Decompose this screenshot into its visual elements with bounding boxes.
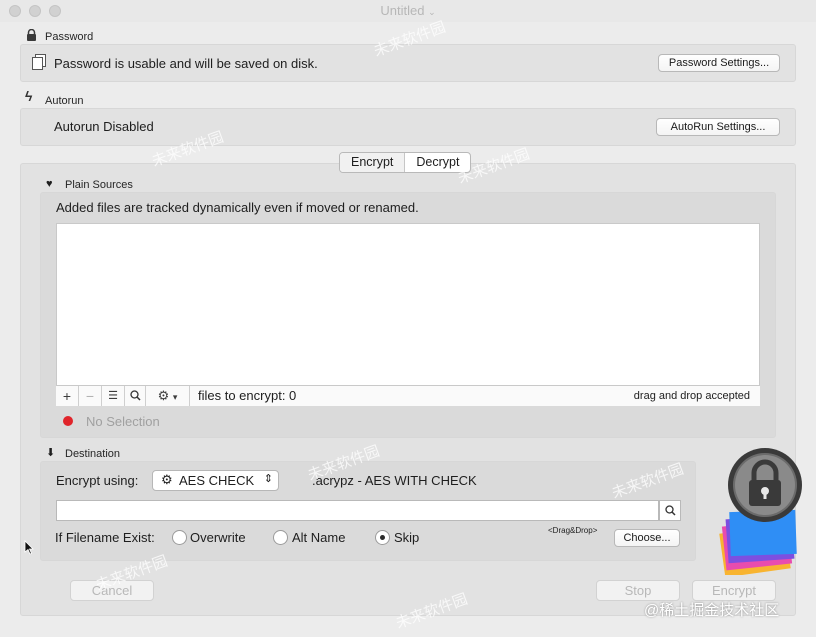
drag-drop-hint: drag and drop accepted <box>633 390 750 402</box>
gear-menu-button[interactable]: ⚙ ▾ <box>146 386 190 406</box>
files-count-text: files to encrypt: 0 <box>198 388 297 403</box>
corner-watermark: @稀土掘金技术社区 <box>644 602 780 619</box>
drag-drop-label: <Drag&Drop> <box>548 526 598 535</box>
source-file-list[interactable] <box>56 223 760 406</box>
chevron-down-icon: ⌄ <box>428 7 436 17</box>
bolt-icon: ϟ <box>25 88 33 104</box>
if-exists-label: If Filename Exist: <box>55 530 155 545</box>
encrypt-using-label: Encrypt using: <box>56 473 139 488</box>
encrypt-button[interactable]: Encrypt <box>692 580 776 601</box>
tab-encrypt[interactable]: Encrypt <box>340 153 406 172</box>
document-icon <box>32 54 46 73</box>
lock-icon <box>26 28 37 44</box>
destination-label: Destination <box>65 448 121 460</box>
autorun-status: Autorun Disabled <box>54 119 154 134</box>
alt-name-label: Alt Name <box>292 530 346 545</box>
destination-path-field[interactable] <box>56 500 659 521</box>
choose-button[interactable]: Choose... <box>614 529 680 547</box>
chevron-down-icon: ▾ <box>172 392 178 402</box>
password-section-label: Password <box>45 31 94 43</box>
encrypted-lock-icon[interactable] <box>718 445 802 578</box>
overwrite-radio[interactable] <box>172 530 187 545</box>
alt-name-radio[interactable] <box>273 530 288 545</box>
autorun-settings-button[interactable]: AutoRun Settings... <box>656 118 780 136</box>
method-value: AES CHECK <box>179 473 255 488</box>
mode-segmented-control: Encrypt Decrypt <box>339 152 472 173</box>
window-title[interactable]: Untitled ⌄ <box>0 3 816 18</box>
status-dot-icon <box>63 416 73 426</box>
password-status: Password is usable and will be saved on … <box>54 56 318 71</box>
skip-radio[interactable] <box>375 530 390 545</box>
arrow-down-icon: ⬇ <box>46 447 56 459</box>
search-icon[interactable] <box>125 386 146 406</box>
gear-icon: ⚙ <box>161 472 173 487</box>
remove-file-button[interactable]: − <box>79 386 102 406</box>
skip-label: Skip <box>394 530 420 545</box>
gear-icon: ⚙ <box>157 388 170 403</box>
window-title-text: Untitled <box>380 3 425 18</box>
password-settings-button[interactable]: Password Settings... <box>658 54 780 72</box>
list-view-button[interactable]: ☰ <box>102 386 125 406</box>
search-icon <box>665 505 676 516</box>
overwrite-label: Overwrite <box>190 530 246 545</box>
autorun-section-label: Autorun <box>45 95 84 107</box>
selection-status: No Selection <box>86 414 160 429</box>
add-file-button[interactable]: + <box>56 386 79 406</box>
destination-search-button[interactable] <box>659 500 681 521</box>
plain-sources-label: Plain Sources <box>65 179 133 191</box>
encryption-method-popup[interactable]: ⚙ AES CHECK ⇕ <box>152 470 279 491</box>
heart-icon: ♥ <box>46 178 53 190</box>
mouse-cursor-icon <box>24 540 34 558</box>
source-list-toolbar: + − ☰ ⚙ ▾ files to encrypt: 0 drag and d… <box>56 385 760 406</box>
stop-button[interactable]: Stop <box>596 580 680 601</box>
up-down-chevron-icon: ⇕ <box>263 473 273 485</box>
plain-sources-description: Added files are tracked dynamically even… <box>56 200 419 215</box>
